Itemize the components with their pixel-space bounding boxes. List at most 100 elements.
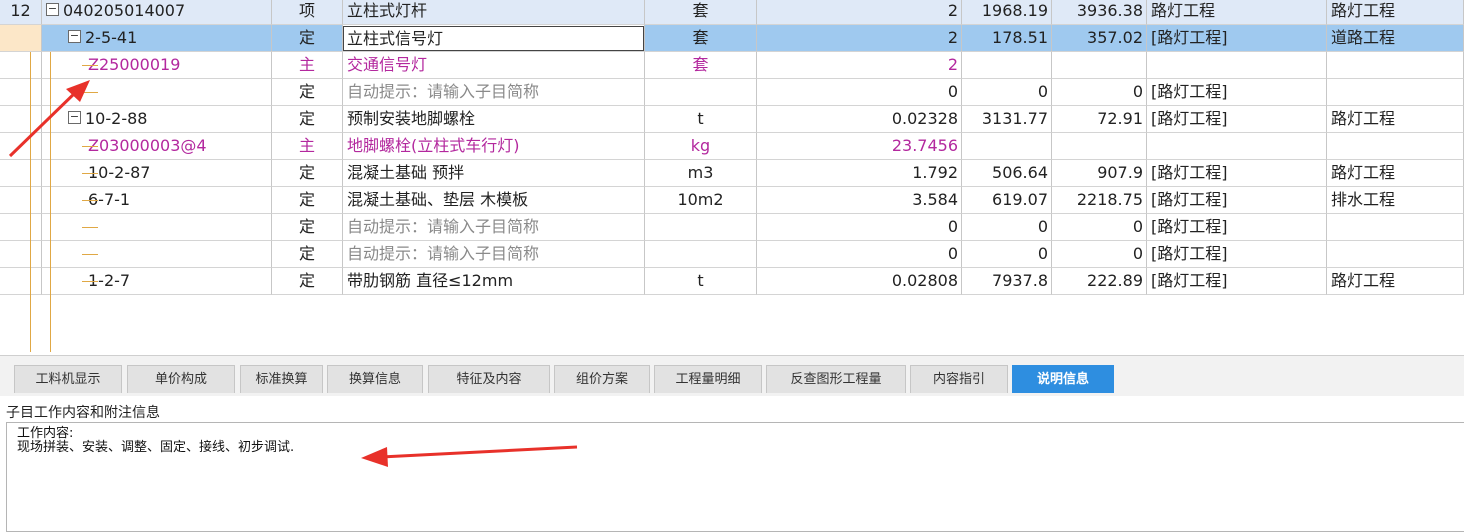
cell-code[interactable]: 1-2-7 <box>42 268 272 295</box>
name-edit-box[interactable]: 立柱式信号灯 <box>343 26 644 51</box>
tab-8[interactable]: 内容指引 <box>910 365 1008 393</box>
cell-prof1[interactable]: 路灯工程 <box>1147 0 1327 25</box>
cell-total[interactable]: 907.9 <box>1052 160 1147 187</box>
cell-price[interactable] <box>962 52 1052 79</box>
cell-code[interactable] <box>42 214 272 241</box>
cell-qty[interactable]: 0 <box>757 214 962 241</box>
cell-prof1[interactable]: [路灯工程] <box>1147 187 1327 214</box>
cell-prof2[interactable] <box>1327 241 1464 268</box>
cell-prof1[interactable]: [路灯工程] <box>1147 214 1327 241</box>
cell-code[interactable]: −10-2-88 <box>42 106 272 133</box>
cell-qty[interactable]: 1.792 <box>757 160 962 187</box>
cell-qty[interactable]: 23.7456 <box>757 133 962 160</box>
cell-code[interactable]: −040205014007 <box>42 0 272 25</box>
cell-qty[interactable]: 2 <box>757 25 962 52</box>
cell-idx[interactable] <box>0 106 42 133</box>
cell-code[interactable]: Z03000003@4 <box>42 133 272 160</box>
cell-prof2[interactable]: 路灯工程 <box>1327 106 1464 133</box>
collapse-toggle-icon[interactable]: − <box>46 3 59 16</box>
cell-total[interactable]: 222.89 <box>1052 268 1147 295</box>
cell-name[interactable]: 自动提示：请输入子目简称 <box>343 79 645 106</box>
cell-name[interactable]: 混凝土基础 预拌 <box>343 160 645 187</box>
cell-prof1[interactable]: [路灯工程] <box>1147 25 1327 52</box>
cell-prof2[interactable] <box>1327 52 1464 79</box>
table-row[interactable]: −2-5-41 定立柱式信号灯套 2 178.51 357.02 [路灯工程] 道路工程 <box>0 25 1464 52</box>
content-textarea[interactable]: 工作内容: 现场拼装、安装、调整、固定、接线、初步调试. <box>6 422 1464 532</box>
table-row[interactable]: 定自动提示：请输入子目简称 0 0 0 [路灯工程] <box>0 241 1464 268</box>
cell-type[interactable]: 定 <box>272 25 343 52</box>
cell-name[interactable]: 自动提示：请输入子目简称 <box>343 214 645 241</box>
cell-unit[interactable]: 套 <box>645 52 757 79</box>
cell-unit[interactable] <box>645 214 757 241</box>
cell-price[interactable]: 7937.8 <box>962 268 1052 295</box>
cell-prof1[interactable]: [路灯工程] <box>1147 160 1327 187</box>
cell-total[interactable]: 357.02 <box>1052 25 1147 52</box>
cell-prof2[interactable] <box>1327 214 1464 241</box>
cell-total[interactable] <box>1052 52 1147 79</box>
cell-prof1[interactable] <box>1147 133 1327 160</box>
cell-qty[interactable]: 2 <box>757 0 962 25</box>
cell-total[interactable]: 0 <box>1052 214 1147 241</box>
table-row[interactable]: 12−040205014007 项立柱式灯杆套 2 1968.19 3936.38 路灯工… <box>0 0 1464 25</box>
cell-prof2[interactable] <box>1327 79 1464 106</box>
cell-unit[interactable]: t <box>645 268 757 295</box>
cell-name[interactable]: 交通信号灯 <box>343 52 645 79</box>
cell-idx[interactable] <box>0 133 42 160</box>
cell-unit[interactable]: m3 <box>645 160 757 187</box>
cell-type[interactable]: 主 <box>272 52 343 79</box>
cell-code[interactable] <box>42 241 272 268</box>
cell-prof2[interactable]: 路灯工程 <box>1327 160 1464 187</box>
cell-idx[interactable]: 12 <box>0 0 42 25</box>
cell-type[interactable]: 主 <box>272 133 343 160</box>
tab-6[interactable]: 工程量明细 <box>654 365 762 393</box>
cell-unit[interactable]: 10m2 <box>645 187 757 214</box>
tab-7[interactable]: 反查图形工程量 <box>766 365 906 393</box>
cell-code[interactable]: Z25000019 <box>42 52 272 79</box>
tab-0[interactable]: 工料机显示 <box>14 365 122 393</box>
cell-qty[interactable]: 0 <box>757 241 962 268</box>
table-row[interactable]: 10-2-87 定混凝土基础 预拌 m3 1.792 506.64 907.9 [路灯工程]… <box>0 160 1464 187</box>
cell-price[interactable]: 619.07 <box>962 187 1052 214</box>
cell-price[interactable]: 0 <box>962 79 1052 106</box>
cell-unit[interactable]: t <box>645 106 757 133</box>
cell-prof1[interactable]: [路灯工程] <box>1147 106 1327 133</box>
cell-type[interactable]: 定 <box>272 241 343 268</box>
cell-code[interactable]: 6-7-1 <box>42 187 272 214</box>
cell-total[interactable] <box>1052 133 1147 160</box>
cell-prof1[interactable]: [路灯工程] <box>1147 268 1327 295</box>
tab-9[interactable]: 说明信息 <box>1012 365 1114 393</box>
table-row[interactable]: 6-7-1 定混凝土基础、垫层 木模板 10m2 3.584 619.07 2218.75… <box>0 187 1464 214</box>
cell-code[interactable]: −2-5-41 <box>42 25 272 52</box>
cell-qty[interactable]: 3.584 <box>757 187 962 214</box>
cell-idx[interactable] <box>0 241 42 268</box>
cell-total[interactable]: 0 <box>1052 79 1147 106</box>
cell-price[interactable]: 0 <box>962 241 1052 268</box>
cell-name[interactable]: 立柱式信号灯 <box>343 25 645 52</box>
cell-qty[interactable]: 0 <box>757 79 962 106</box>
table-row[interactable]: Z25000019 主交通信号灯套 2 <box>0 52 1464 79</box>
cell-unit[interactable]: 套 <box>645 0 757 25</box>
cell-name[interactable]: 地脚螺栓(立柱式车行灯) <box>343 133 645 160</box>
cell-type[interactable]: 定 <box>272 160 343 187</box>
tab-3[interactable]: 换算信息 <box>327 365 423 393</box>
cell-idx[interactable] <box>0 214 42 241</box>
cell-prof2[interactable]: 路灯工程 <box>1327 0 1464 25</box>
cell-type[interactable]: 定 <box>272 79 343 106</box>
table-row[interactable]: 定自动提示：请输入子目简称 0 0 0 [路灯工程] <box>0 214 1464 241</box>
cell-code[interactable] <box>42 79 272 106</box>
cell-price[interactable]: 506.64 <box>962 160 1052 187</box>
cell-total[interactable]: 72.91 <box>1052 106 1147 133</box>
tab-4[interactable]: 特征及内容 <box>428 365 550 393</box>
cell-type[interactable]: 项 <box>272 0 343 25</box>
tab-1[interactable]: 单价构成 <box>127 365 235 393</box>
cell-prof2[interactable]: 道路工程 <box>1327 25 1464 52</box>
cell-total[interactable]: 3936.38 <box>1052 0 1147 25</box>
collapse-toggle-icon[interactable]: − <box>68 30 81 43</box>
cell-name[interactable]: 立柱式灯杆 <box>343 0 645 25</box>
cell-qty[interactable]: 2 <box>757 52 962 79</box>
cell-idx[interactable] <box>0 268 42 295</box>
cell-type[interactable]: 定 <box>272 106 343 133</box>
cell-total[interactable]: 0 <box>1052 241 1147 268</box>
cell-type[interactable]: 定 <box>272 268 343 295</box>
cell-idx[interactable] <box>0 25 42 52</box>
